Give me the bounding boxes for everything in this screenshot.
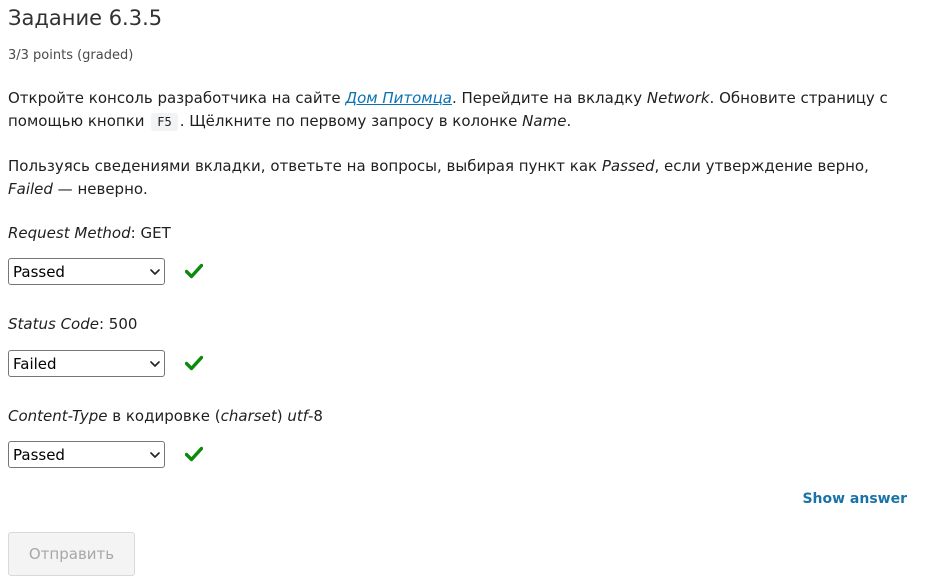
network-term: Network — [646, 89, 710, 107]
question-value: : GET — [130, 224, 171, 242]
instruction-text: . — [566, 111, 572, 130]
answer-select-3[interactable]: Passed — [8, 441, 165, 468]
instruction-text: . Щёлкните по первому запросу в колонке — [179, 111, 523, 130]
selected-option: Failed — [13, 355, 57, 373]
question-value: -8 — [308, 407, 323, 425]
submit-button[interactable]: Отправить — [8, 532, 135, 576]
selected-option: Passed — [13, 263, 65, 281]
selected-option: Passed — [13, 446, 65, 464]
chevron-down-icon — [150, 361, 160, 367]
instruction-paragraph-2: Пользуясь сведениями вкладки, ответьте н… — [8, 155, 908, 200]
chevron-down-icon — [150, 452, 160, 458]
question-text: ) — [276, 407, 288, 425]
question-term: Request Method — [8, 224, 131, 242]
chevron-down-icon — [150, 269, 160, 275]
show-answer-button[interactable]: Show answer — [802, 491, 907, 507]
name-term: Name — [522, 111, 567, 130]
question-label-3: Content-Type в кодировке (charset) utf-8 — [8, 407, 323, 425]
checkmark-icon — [185, 355, 203, 371]
question-term: Content-Type — [8, 407, 108, 425]
instruction-text: Откройте консоль разработчика на сайте — [8, 89, 346, 107]
checkmark-icon — [185, 446, 203, 462]
problem-title: Задание 6.3.5 — [8, 6, 163, 30]
checkmark-icon — [185, 263, 203, 279]
instruction-text: — неверно. — [52, 179, 148, 198]
key-badge: F5 — [151, 112, 178, 131]
answer-select-1[interactable]: Passed — [8, 258, 165, 285]
passed-term: Passed — [601, 157, 655, 175]
question-term: charset — [220, 407, 277, 425]
instruction-paragraph-1: Откройте консоль разработчика на сайте Д… — [8, 87, 908, 133]
instruction-text: Пользуясь сведениями вкладки, ответьте н… — [8, 157, 602, 175]
question-term: Status Code — [8, 315, 99, 333]
answer-select-2[interactable]: Failed — [8, 350, 165, 377]
question-text: в кодировке ( — [107, 407, 221, 425]
question-label-2: Status Code: 500 — [8, 315, 137, 333]
failed-term: Failed — [8, 179, 53, 198]
question-label-1: Request Method: GET — [8, 224, 171, 242]
problem-points: 3/3 points (graded) — [8, 48, 134, 63]
site-link[interactable]: Дом Питомца — [345, 89, 452, 107]
question-term: utf — [287, 407, 308, 425]
question-value: : 500 — [98, 315, 138, 333]
instruction-text: , если утверждение верно, — [654, 157, 869, 175]
instruction-text: . Перейдите на вкладку — [451, 89, 647, 107]
